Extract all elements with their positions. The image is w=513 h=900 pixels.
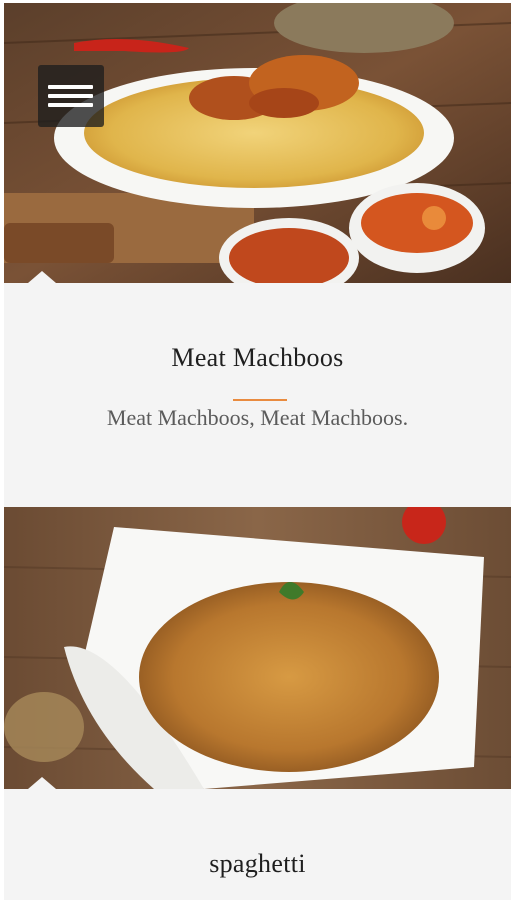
meat-machboos-photo[interactable] bbox=[4, 3, 511, 283]
caption-notch bbox=[28, 271, 56, 283]
item-title[interactable]: Meat Machboos bbox=[4, 343, 511, 373]
hamburger-menu-icon bbox=[48, 85, 93, 89]
menu-card[interactable]: Meat Machboos Meat Machboos, Meat Machbo… bbox=[4, 3, 511, 503]
menu-list: Meat Machboos Meat Machboos, Meat Machbo… bbox=[4, 3, 511, 900]
item-description: Meat Machboos, Meat Machboos. bbox=[106, 405, 409, 430]
hamburger-menu-button[interactable] bbox=[38, 65, 104, 127]
meat-machboos-image bbox=[4, 3, 511, 283]
spaghetti-image bbox=[4, 507, 511, 789]
spaghetti-photo[interactable] bbox=[4, 507, 511, 789]
item-title[interactable]: spaghetti bbox=[4, 849, 511, 879]
menu-card[interactable]: spaghetti bbox=[4, 507, 511, 900]
title-divider bbox=[233, 399, 287, 401]
caption-notch bbox=[28, 777, 56, 789]
